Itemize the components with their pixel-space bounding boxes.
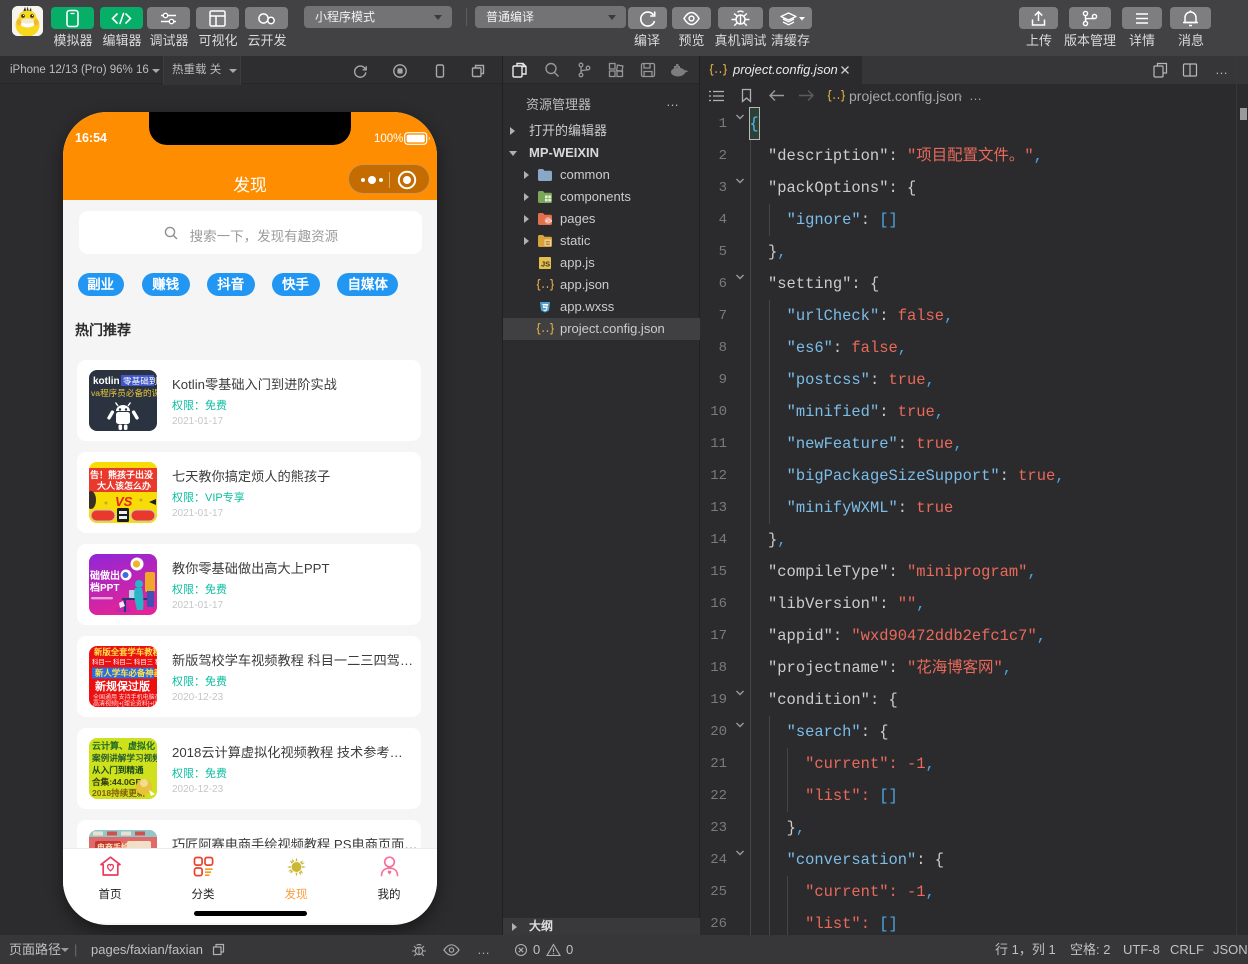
svg-text:从入门到精通: 从入门到精通	[92, 764, 144, 775]
svg-text:JS: JS	[541, 260, 550, 269]
svg-text:<>: <>	[545, 218, 553, 225]
svg-text:VS: VS	[115, 494, 133, 509]
svg-text:科目一 科目二 科目三 科目四: 科目一 科目二 科目三 科目四	[92, 657, 157, 666]
svg-text:大人该怎么办: 大人该怎么办	[97, 480, 151, 491]
svg-text:档PPT: 档PPT	[89, 581, 119, 594]
svg-text:案例讲解学习视频: 案例讲解学习视频	[91, 752, 157, 763]
svg-text:云计算、虚拟化: 云计算、虚拟化	[92, 740, 155, 751]
svg-text:础做出: 础做出	[90, 569, 120, 582]
svg-text:新人学车必备神器: 新人学车必备神器	[95, 668, 157, 678]
svg-text:合集:44.0GB: 合集:44.0GB	[92, 776, 142, 787]
svg-text:va程序员必备的课: va程序员必备的课	[91, 387, 157, 398]
svg-text:高清视频]+[理论资料]+[终身解疑: 高清视频]+[理论资料]+[终身解疑	[93, 700, 157, 708]
svg-text:告！熊孩子出没: 告！熊孩子出没	[90, 469, 154, 480]
svg-text:全国通用 支持手机电脑在线观看: 全国通用 支持手机电脑在线观看	[93, 693, 157, 701]
svg-text:新规保过版: 新规保过版	[95, 679, 150, 693]
svg-text:kotlin: kotlin	[93, 376, 120, 387]
svg-text:零基础到进: 零基础到进	[123, 375, 157, 386]
svg-text:新版全套学车教程: 新版全套学车教程	[94, 647, 157, 657]
